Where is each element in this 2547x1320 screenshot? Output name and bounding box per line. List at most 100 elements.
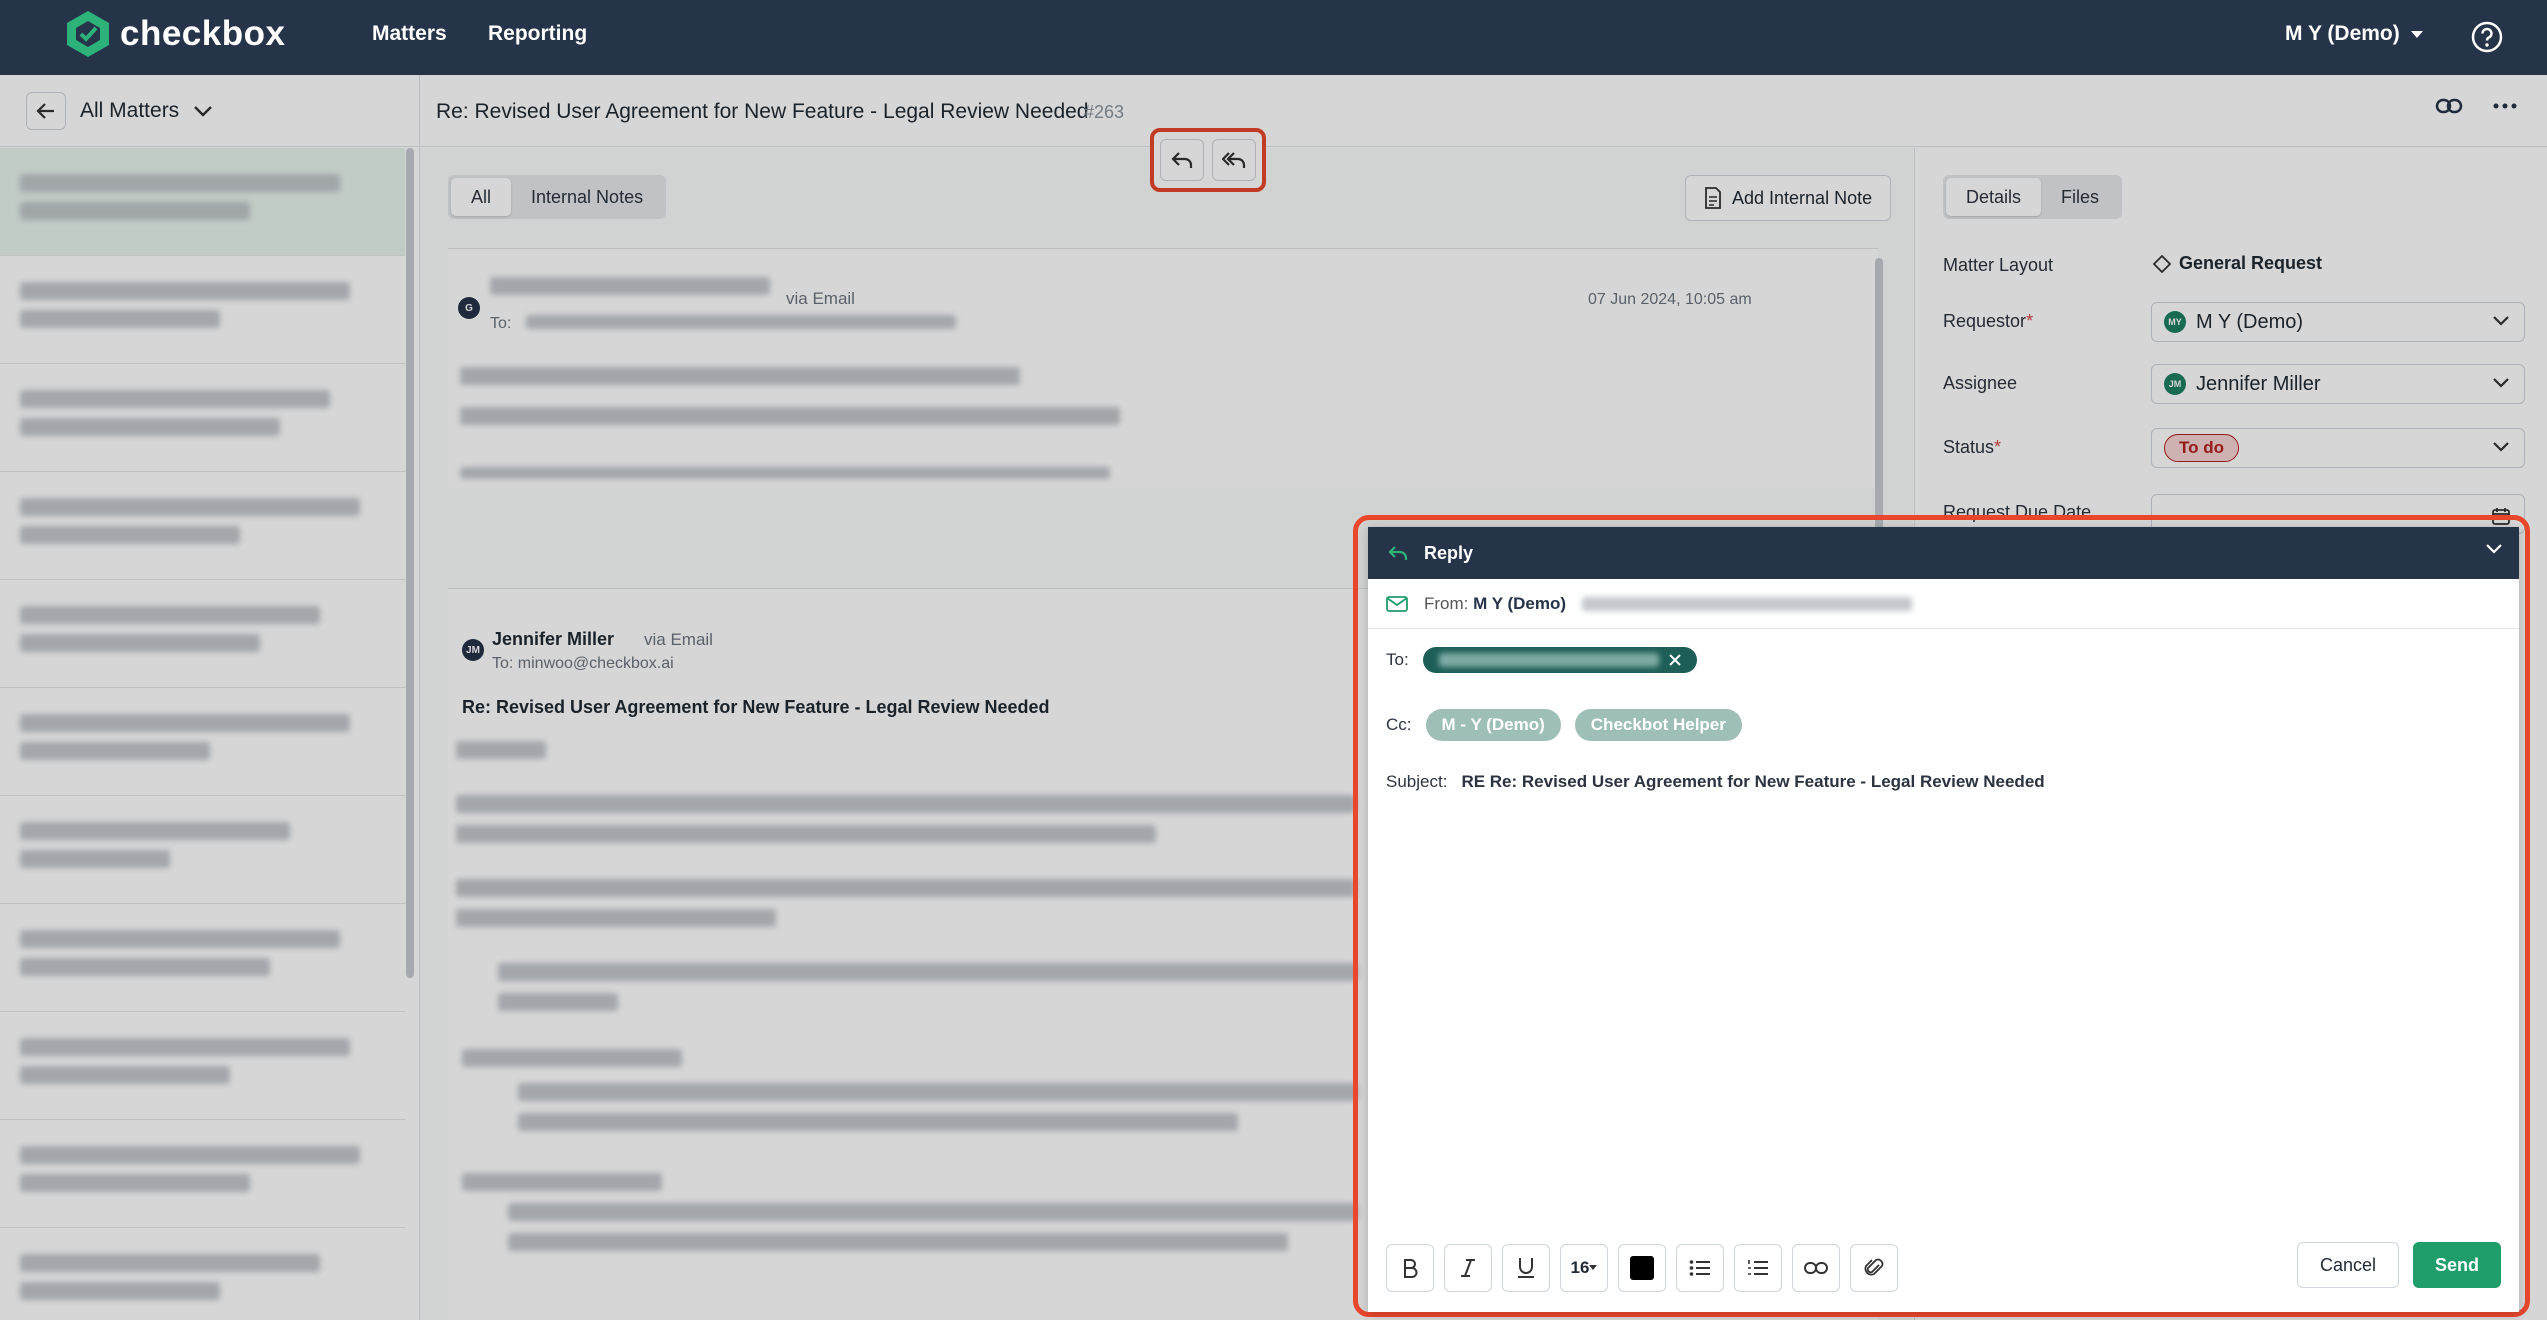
tag-icon xyxy=(2153,254,2171,273)
top-navigation: checkbox Matters Reporting M Y (Demo) xyxy=(0,0,2547,75)
font-size-value: 16 xyxy=(1570,1258,1590,1277)
caret-down-icon xyxy=(1589,1265,1598,1270)
more-options-icon[interactable] xyxy=(2493,103,2517,109)
subject-value[interactable]: RE Re: Revised User Agreement for New Fe… xyxy=(1461,772,2044,792)
requestor-label-text: Requestor xyxy=(1943,311,2027,331)
logo[interactable]: checkbox xyxy=(64,9,285,59)
to-label: To: xyxy=(1386,650,1409,669)
matters-list-header: All Matters xyxy=(0,75,419,147)
matters-list xyxy=(0,148,405,1320)
list-item[interactable] xyxy=(0,148,405,256)
list-item[interactable] xyxy=(0,256,405,364)
list-item[interactable] xyxy=(0,904,405,1012)
from-label: From: xyxy=(1424,593,1469,613)
text-color-button[interactable] xyxy=(1618,1244,1666,1292)
cc-label: Cc: xyxy=(1386,715,1412,734)
requestor-label: Requestor* xyxy=(1943,311,2033,332)
message-via: via Email xyxy=(786,289,855,308)
message-sender: Jennifer Miller xyxy=(492,629,615,649)
bullet-list-button[interactable] xyxy=(1676,1244,1724,1292)
reply-actions: Cancel Send xyxy=(2296,1242,2501,1288)
message-date: 07 Jun 2024, 10:05 am xyxy=(1588,291,1752,308)
chevron-down-icon[interactable] xyxy=(2485,543,2503,555)
status-badge: To do xyxy=(2164,434,2239,462)
matters-filter-label[interactable]: All Matters xyxy=(80,99,179,123)
link-icon xyxy=(1804,1262,1828,1274)
link-icon[interactable] xyxy=(2435,97,2463,115)
insert-link-button[interactable] xyxy=(1792,1244,1840,1292)
italic-icon xyxy=(1461,1259,1475,1277)
font-size-select[interactable]: 16 xyxy=(1560,1244,1608,1292)
cancel-button[interactable]: Cancel xyxy=(2296,1242,2399,1288)
cc-chip[interactable]: M - Y (Demo) xyxy=(1425,709,1561,741)
bold-button[interactable] xyxy=(1386,1244,1434,1292)
tab-all[interactable]: All xyxy=(451,178,512,216)
tab-internal-notes[interactable]: Internal Notes xyxy=(511,178,663,216)
assignee-select[interactable]: JM Jennifer Miller xyxy=(2151,364,2525,404)
numbered-list-icon xyxy=(1748,1260,1768,1275)
formatting-toolbar: 16 xyxy=(1386,1244,1898,1292)
close-icon[interactable] xyxy=(1668,654,1681,666)
matters-list-pane: All Matters xyxy=(0,75,420,1320)
status-label-text: Status xyxy=(1943,437,1995,457)
thread-scrollbar[interactable] xyxy=(1875,258,1883,538)
reply-composer: Reply From: M Y (Demo) To: Cc: M - Y (De… xyxy=(1368,527,2519,1312)
bold-icon xyxy=(1404,1259,1418,1278)
status-select[interactable]: To do xyxy=(2151,428,2525,468)
status-label: Status* xyxy=(1943,437,2001,458)
nav-reporting[interactable]: Reporting xyxy=(488,22,587,46)
user-menu[interactable]: M Y (Demo) xyxy=(2285,22,2424,46)
avatar: G xyxy=(458,297,480,319)
cc-chip[interactable]: Checkbot Helper xyxy=(1574,709,1742,741)
attach-button[interactable] xyxy=(1850,1244,1898,1292)
matter-title: Re: Revised User Agreement for New Featu… xyxy=(436,100,1089,123)
list-item[interactable] xyxy=(0,796,405,904)
message-to: To: minwoo@checkbox.ai xyxy=(492,655,674,672)
list-item[interactable] xyxy=(0,1120,405,1228)
reply-actions-highlight xyxy=(1150,128,1266,192)
underline-icon xyxy=(1518,1258,1534,1278)
send-button[interactable]: Send xyxy=(2412,1242,2501,1288)
reply-icon xyxy=(1388,546,1408,560)
checkbox-logo-icon xyxy=(67,11,109,57)
requestor-value: M Y (Demo) xyxy=(2196,310,2304,333)
thread-tabs: All Internal Notes xyxy=(448,175,667,219)
reply-body-editor[interactable] xyxy=(1386,817,2496,1197)
matter-layout-value: General Request xyxy=(2153,253,2322,274)
list-item[interactable] xyxy=(0,364,405,472)
nav-matters[interactable]: Matters xyxy=(372,22,447,46)
cc-row: Cc: M - Y (Demo) Checkbot Helper xyxy=(1386,709,1742,741)
matter-layout-text: General Request xyxy=(2179,253,2323,273)
tab-details[interactable]: Details xyxy=(1946,178,2042,216)
underline-button[interactable] xyxy=(1502,1244,1550,1292)
back-button[interactable] xyxy=(26,91,66,130)
italic-button[interactable] xyxy=(1444,1244,1492,1292)
subject-row: Subject: RE Re: Revised User Agreement f… xyxy=(1386,772,2045,792)
help-button[interactable] xyxy=(2470,20,2504,54)
message-card: G via Email To: 07 Jun 2024, 10:05 am xyxy=(448,248,1878,488)
reply-header: Reply xyxy=(1368,527,2519,579)
message-subject: Re: Revised User Agreement for New Featu… xyxy=(462,697,1050,717)
avatar: JM xyxy=(462,639,484,661)
to-row: To: xyxy=(1386,647,1697,673)
list-item[interactable] xyxy=(0,688,405,796)
list-item[interactable] xyxy=(0,472,405,580)
reply-all-button[interactable] xyxy=(1212,139,1256,181)
assignee-label: Assignee xyxy=(1943,373,2018,393)
chevron-down-icon[interactable] xyxy=(193,105,213,117)
recipient-chip[interactable] xyxy=(1422,647,1697,673)
matter-header: Re: Revised User Agreement for New Featu… xyxy=(420,75,2547,147)
list-item[interactable] xyxy=(0,580,405,688)
add-internal-note-button[interactable]: Add Internal Note xyxy=(1685,175,1892,221)
matter-number: #263 xyxy=(1084,102,1125,122)
requestor-select[interactable]: MY M Y (Demo) xyxy=(2151,302,2525,342)
list-scrollbar[interactable] xyxy=(406,148,414,978)
list-item[interactable] xyxy=(0,1228,405,1320)
numbered-list-button[interactable] xyxy=(1734,1244,1782,1292)
chevron-down-icon xyxy=(2493,316,2509,326)
reply-button[interactable] xyxy=(1160,139,1204,181)
caret-down-icon xyxy=(2410,31,2423,38)
list-item[interactable] xyxy=(0,1012,405,1120)
reply-title: Reply xyxy=(1424,542,1474,563)
tab-files[interactable]: Files xyxy=(2041,178,2119,216)
